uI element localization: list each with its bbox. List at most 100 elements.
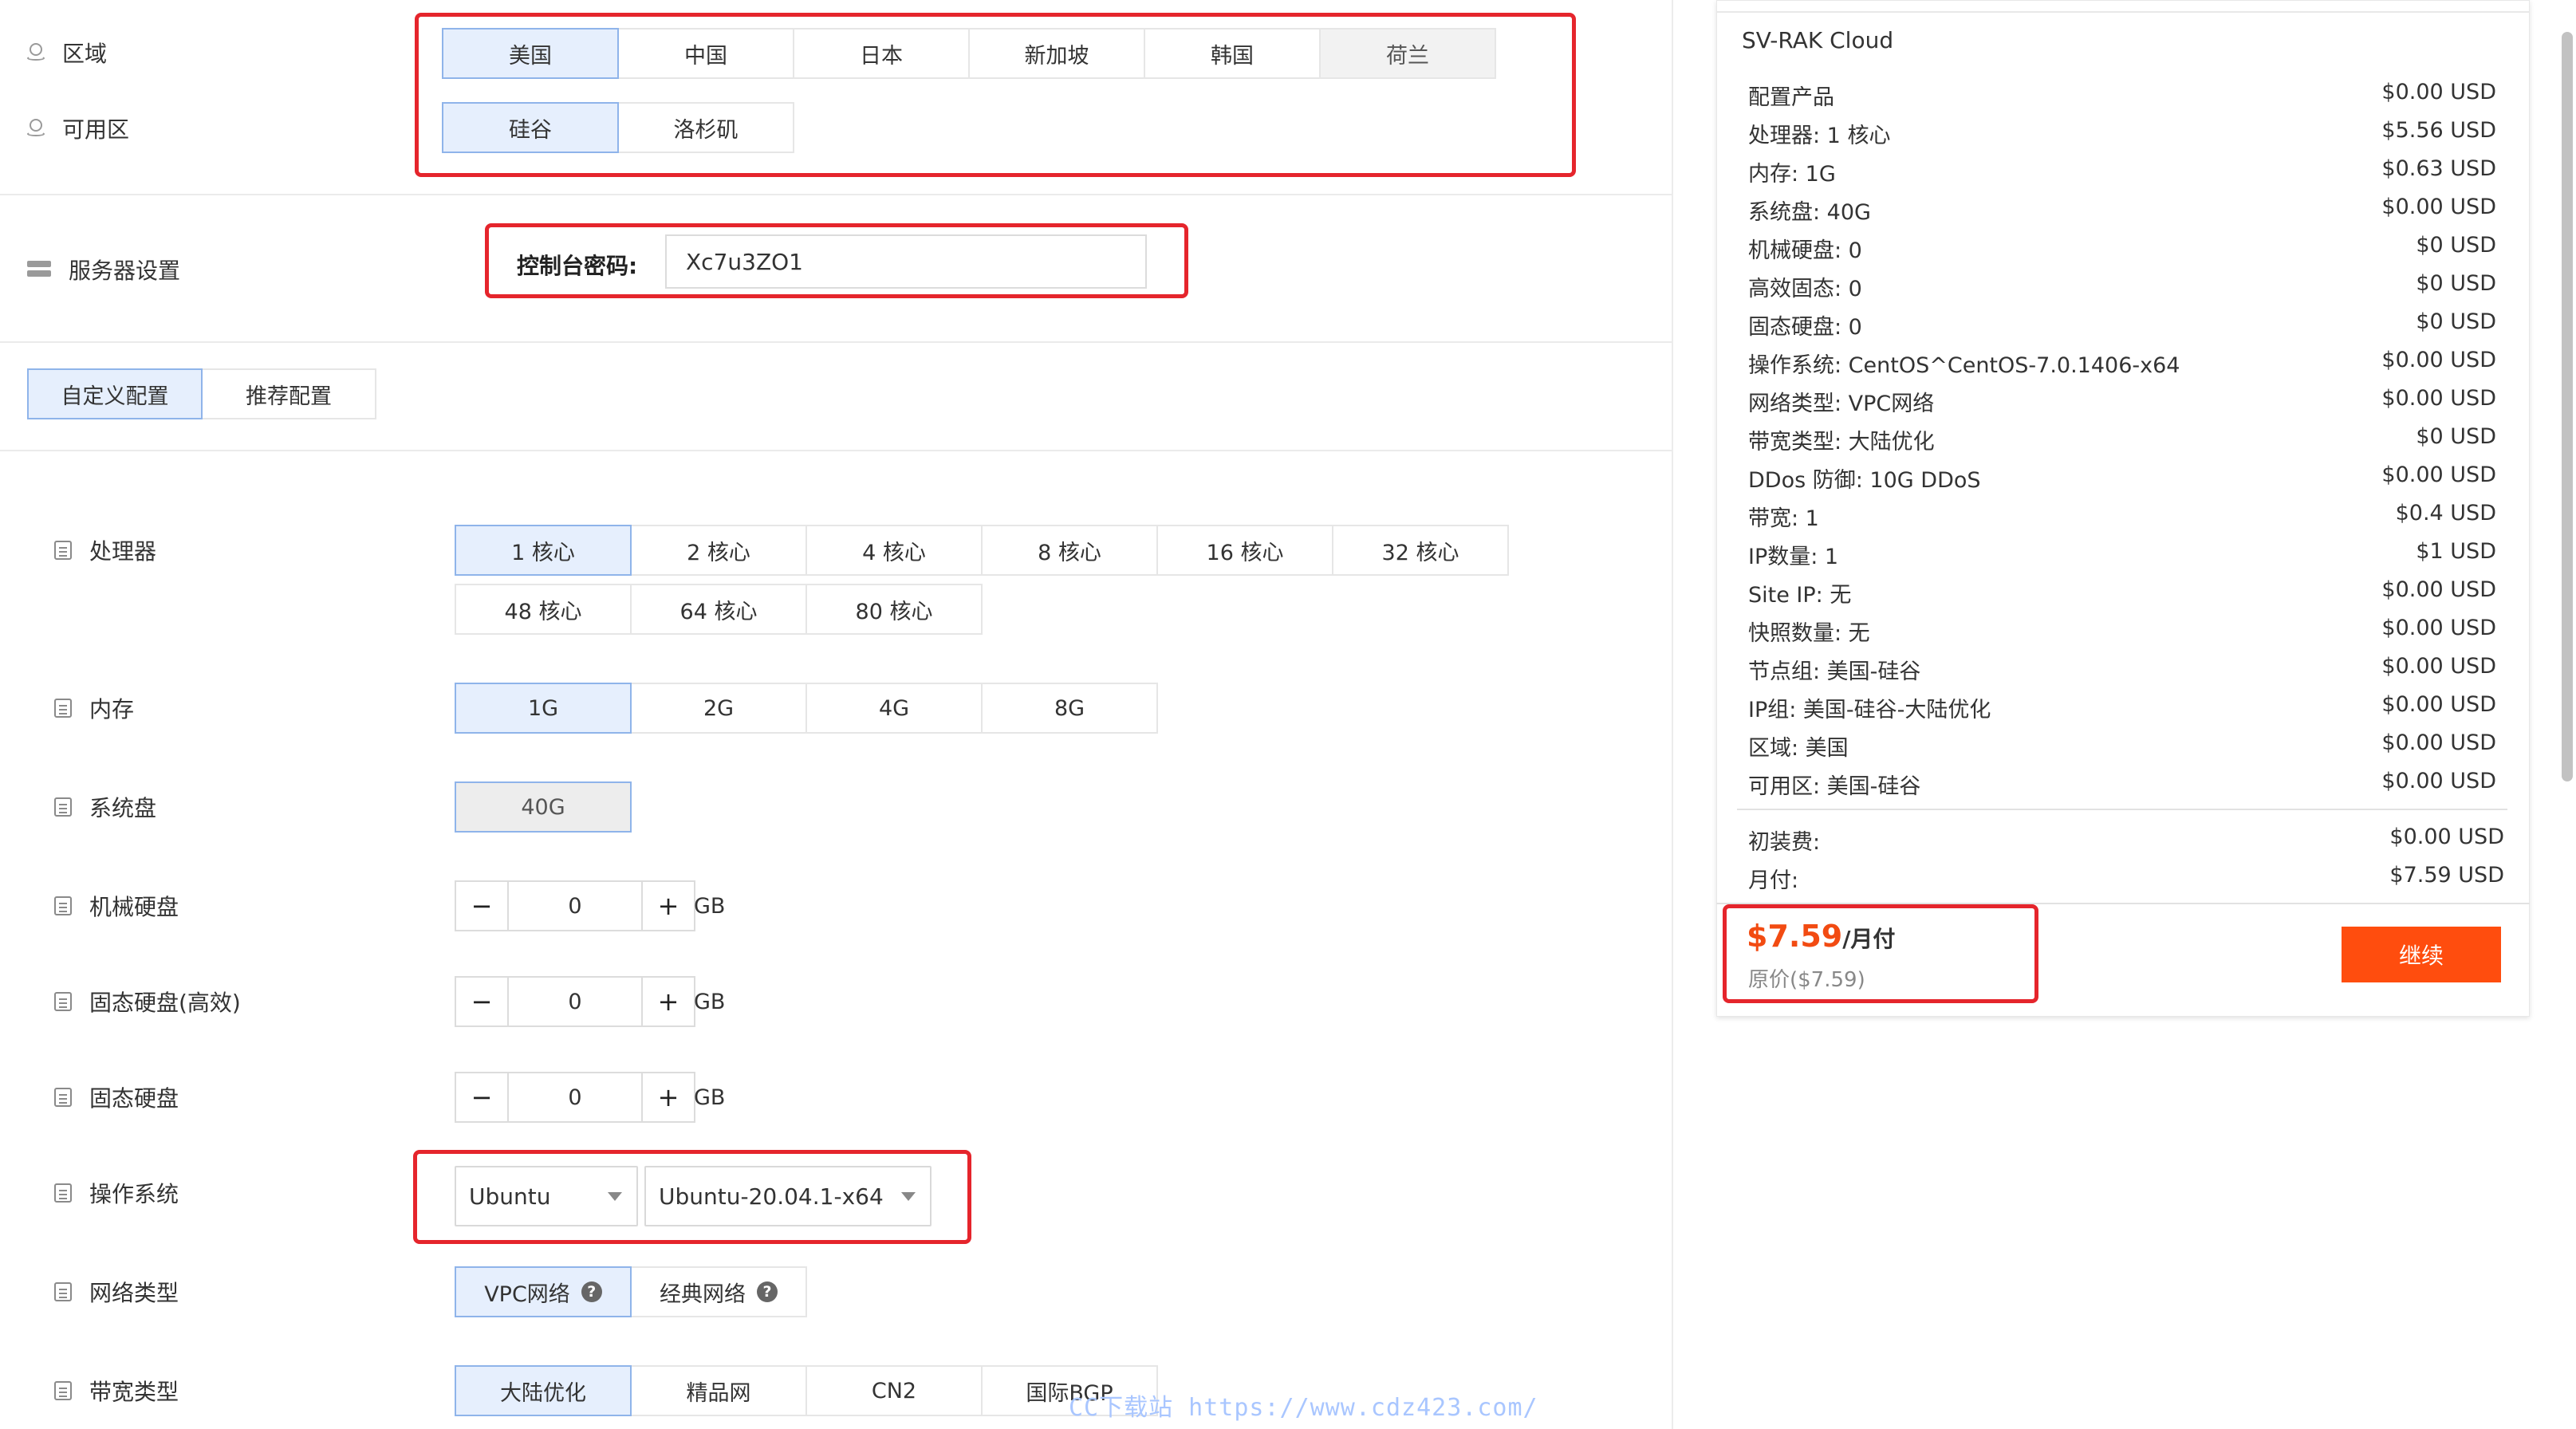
network-option-vpc-label: VPC网络 — [484, 1281, 570, 1307]
setup-fee-value: $0.00 USD — [2389, 825, 2504, 849]
ssd-stepper: − 0 + — [455, 1072, 695, 1123]
summary-item-price: $5.56 USD — [2381, 118, 2496, 143]
monthly-label: 月付: — [1748, 868, 1799, 893]
cpu-option-48[interactable]: 48 核心 — [455, 584, 632, 635]
ssd-value-input[interactable]: 0 — [509, 1072, 641, 1123]
memory-option-2g[interactable]: 2G — [630, 683, 807, 734]
ssd-high-label-row: 固态硬盘(高效) — [54, 986, 241, 1018]
summary-row: 操作系统: CentOS^CentOS-7.0.1406-x64 $0.00 US… — [1748, 348, 2496, 379]
cpu-option-1[interactable]: 1 核心 — [455, 525, 632, 576]
server-settings-label: 服务器设置 — [69, 258, 181, 284]
summary-item-label: 快照数量: 无 — [1748, 621, 1870, 646]
cpu-options-row2: 48 核心 64 核心 80 核心 — [455, 584, 983, 635]
network-option-classic[interactable]: 经典网络 ? — [630, 1266, 807, 1317]
config-tabs: 自定义配置 推荐配置 — [27, 368, 376, 419]
ssd-increment-button[interactable]: + — [641, 1072, 695, 1123]
summary-item-label: 处理器: 1 核心 — [1748, 124, 1891, 148]
memory-option-8g[interactable]: 8G — [981, 683, 1158, 734]
hdd-label: 机械硬盘 — [89, 894, 179, 920]
summary-item-label: 内存: 1G — [1748, 162, 1836, 187]
cpu-option-4[interactable]: 4 核心 — [805, 525, 983, 576]
memory-label-row: 内存 — [54, 692, 134, 724]
highlight-box-password — [485, 223, 1188, 298]
ssd-high-stepper: − 0 + — [455, 976, 695, 1027]
cpu-option-80[interactable]: 80 核心 — [805, 584, 983, 635]
summary-row: 带宽: 1 $0.4 USD — [1748, 501, 2496, 532]
memory-option-1g[interactable]: 1G — [455, 683, 632, 734]
setup-fee-row: 初装费: $0.00 USD — [1748, 825, 2504, 856]
summary-item-price: $0 USD — [2416, 424, 2496, 449]
summary-item-price: $0.00 USD — [2381, 616, 2496, 640]
hdd-value-input[interactable]: 0 — [509, 880, 641, 931]
network-option-vpc[interactable]: VPC网络 ? — [455, 1266, 632, 1317]
highlight-box-price — [1723, 904, 2038, 1003]
summary-item-price: $0.4 USD — [2395, 501, 2496, 526]
summary-item-label: IP组: 美国-硅谷-大陆优化 — [1748, 698, 1991, 722]
region-option-us[interactable]: 美国 — [442, 28, 619, 79]
cpu-option-64[interactable]: 64 核心 — [630, 584, 807, 635]
bandwidth-option-premium[interactable]: 精品网 — [630, 1365, 807, 1416]
hdd-increment-button[interactable]: + — [641, 880, 695, 931]
ssd-high-unit: GB — [694, 990, 726, 1014]
ssd-high-increment-button[interactable]: + — [641, 976, 695, 1027]
cpu-option-8[interactable]: 8 核心 — [981, 525, 1158, 576]
cpu-label-row: 处理器 — [54, 534, 156, 566]
summary-item-price: $0.00 USD — [2381, 577, 2496, 602]
summary-item-price: $0.00 USD — [2381, 730, 2496, 755]
bandwidth-option-cn2[interactable]: CN2 — [805, 1365, 983, 1416]
summary-item-label: Site IP: 无 — [1748, 583, 1852, 608]
network-label: 网络类型 — [89, 1280, 179, 1306]
zone-option-silicon-valley[interactable]: 硅谷 — [442, 102, 619, 153]
cpu-option-32[interactable]: 32 核心 — [1332, 525, 1509, 576]
summary-item-label: 区域: 美国 — [1748, 736, 1849, 761]
summary-row: 系统盘: 40G $0.00 USD — [1748, 195, 2496, 226]
region-label-row: 区域 — [27, 37, 107, 69]
cpu-option-16[interactable]: 16 核心 — [1156, 525, 1333, 576]
summary-row: 区域: 美国 $0.00 USD — [1748, 730, 2496, 762]
ssd-high-value-input[interactable]: 0 — [509, 976, 641, 1027]
network-option-classic-label: 经典网络 — [660, 1281, 746, 1307]
location-pin-icon — [27, 119, 45, 138]
system-disk-label: 系统盘 — [89, 795, 157, 821]
summary-row: IP数量: 1 $1 USD — [1748, 539, 2496, 570]
summary-row: IP组: 美国-硅谷-大陆优化 $0.00 USD — [1748, 692, 2496, 723]
summary-row: Site IP: 无 $0.00 USD — [1748, 577, 2496, 608]
tab-custom-config[interactable]: 自定义配置 — [27, 368, 203, 419]
bandwidth-type-label: 带宽类型 — [89, 1379, 179, 1405]
bandwidth-option-mainland[interactable]: 大陆优化 — [455, 1365, 632, 1416]
system-disk-options: 40G — [455, 781, 632, 833]
continue-button[interactable]: 继续 — [2342, 927, 2501, 982]
ssd-high-decrement-button[interactable]: − — [455, 976, 509, 1027]
cpu-option-2[interactable]: 2 核心 — [630, 525, 807, 576]
summary-item-price: $0.00 USD — [2381, 769, 2496, 793]
summary-item-label: 带宽类型: 大陆优化 — [1748, 430, 1935, 455]
tab-recommended-config[interactable]: 推荐配置 — [201, 368, 376, 419]
watermark: CC下载站 https://www.cdz423.com/ — [1069, 1394, 1538, 1422]
setup-fee-label: 初装费: — [1748, 830, 1821, 855]
hdd-label-row: 机械硬盘 — [54, 890, 179, 922]
summary-item-label: 可用区: 美国-硅谷 — [1748, 774, 1921, 799]
network-options: VPC网络 ? 经典网络 ? — [455, 1266, 807, 1317]
list-icon — [54, 797, 72, 817]
list-icon — [54, 699, 72, 718]
summary-top-rule — [1716, 11, 2530, 13]
summary-row: 高效固态: 0 $0 USD — [1748, 271, 2496, 302]
system-disk-label-row: 系统盘 — [54, 791, 156, 823]
scrollbar-thumb[interactable] — [2562, 32, 2573, 781]
ssd-decrement-button[interactable]: − — [455, 1072, 509, 1123]
question-circle-icon[interactable]: ? — [757, 1281, 778, 1302]
summary-item-label: DDos 防御: 10G DDoS — [1748, 468, 1981, 493]
list-icon — [54, 1088, 72, 1107]
question-circle-icon[interactable]: ? — [581, 1281, 602, 1302]
hdd-decrement-button[interactable]: − — [455, 880, 509, 931]
location-pin-icon — [27, 43, 45, 62]
summary-item-price: $0.00 USD — [2381, 348, 2496, 372]
memory-option-4g[interactable]: 4G — [805, 683, 983, 734]
zone-label: 可用区 — [62, 116, 130, 143]
panel-divider — [1672, 0, 1673, 1429]
summary-item-price: $0.63 USD — [2381, 156, 2496, 181]
section-divider — [0, 450, 1672, 451]
zone-label-row: 可用区 — [27, 112, 129, 144]
summary-row: 内存: 1G $0.63 USD — [1748, 156, 2496, 187]
summary-row: 可用区: 美国-硅谷 $0.00 USD — [1748, 769, 2496, 800]
